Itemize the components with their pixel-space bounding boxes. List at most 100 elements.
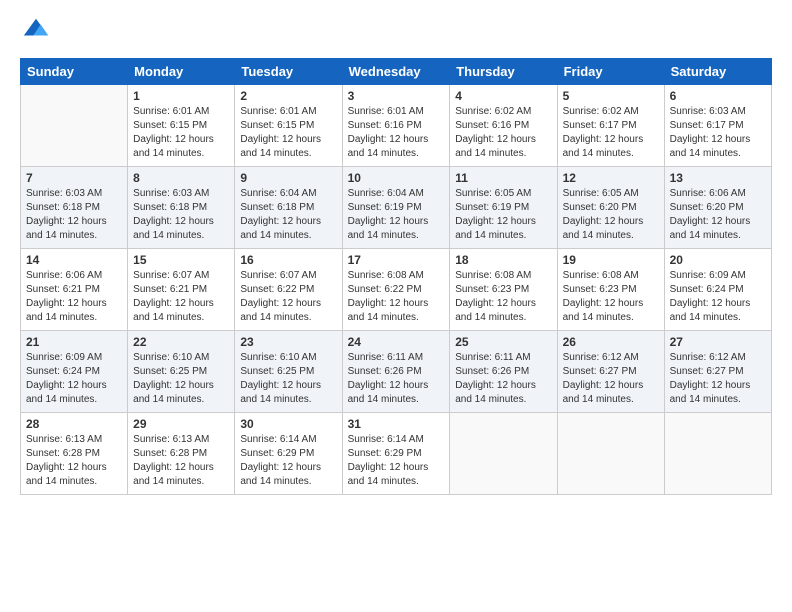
day-info: Sunrise: 6:06 AMSunset: 6:21 PMDaylight:…: [26, 269, 122, 325]
day-info: Sunrise: 6:03 AMSunset: 6:18 PMDaylight:…: [133, 187, 229, 243]
calendar-day-cell: [450, 413, 557, 495]
day-number: 2: [240, 89, 336, 103]
day-info: Sunrise: 6:14 AMSunset: 6:29 PMDaylight:…: [348, 433, 445, 489]
day-number: 1: [133, 89, 229, 103]
day-number: 9: [240, 171, 336, 185]
calendar-day-cell: 29 Sunrise: 6:13 AMSunset: 6:28 PMDayligh…: [128, 413, 235, 495]
calendar-day-cell: 31 Sunrise: 6:14 AMSunset: 6:29 PMDayligh…: [342, 413, 450, 495]
day-number: 7: [26, 171, 122, 185]
day-info: Sunrise: 6:03 AMSunset: 6:18 PMDaylight:…: [26, 187, 122, 243]
calendar-week-row: 7 Sunrise: 6:03 AMSunset: 6:18 PMDaylight…: [21, 167, 772, 249]
day-number: 14: [26, 253, 122, 267]
day-info: Sunrise: 6:05 AMSunset: 6:19 PMDaylight:…: [455, 187, 551, 243]
calendar-week-row: 21 Sunrise: 6:09 AMSunset: 6:24 PMDayligh…: [21, 331, 772, 413]
calendar-day-cell: 25 Sunrise: 6:11 AMSunset: 6:26 PMDayligh…: [450, 331, 557, 413]
calendar-day-cell: 3Sunrise: 6:01 AMSunset: 6:16 PMDaylight…: [342, 85, 450, 167]
day-info: Sunrise: 6:04 AMSunset: 6:19 PMDaylight:…: [348, 187, 445, 243]
day-info: Sunrise: 6:01 AMSunset: 6:15 PMDaylight:…: [133, 105, 229, 161]
calendar-day-cell: 20Sunrise: 6:09 AMSunset: 6:24 PMDayligh…: [664, 249, 771, 331]
calendar-day-cell: 12Sunrise: 6:05 AMSunset: 6:20 PMDayligh…: [557, 167, 664, 249]
calendar-day-cell: 18 Sunrise: 6:08 AMSunset: 6:23 PMDayligh…: [450, 249, 557, 331]
calendar-day-cell: 13 Sunrise: 6:06 AMSunset: 6:20 PMDayligh…: [664, 167, 771, 249]
day-number: 22: [133, 335, 229, 349]
weekday-header: Sunday: [21, 59, 128, 85]
calendar-header-row: SundayMondayTuesdayWednesdayThursdayFrid…: [21, 59, 772, 85]
calendar-day-cell: 28 Sunrise: 6:13 AMSunset: 6:28 PMDayligh…: [21, 413, 128, 495]
page: SundayMondayTuesdayWednesdayThursdayFrid…: [0, 0, 792, 612]
day-number: 6: [670, 89, 766, 103]
day-number: 12: [563, 171, 659, 185]
day-number: 21: [26, 335, 122, 349]
calendar-day-cell: 9 Sunrise: 6:04 AMSunset: 6:18 PMDaylight…: [235, 167, 342, 249]
weekday-header: Friday: [557, 59, 664, 85]
day-number: 29: [133, 417, 229, 431]
calendar-day-cell: 23Sunrise: 6:10 AMSunset: 6:25 PMDayligh…: [235, 331, 342, 413]
calendar-day-cell: 15 Sunrise: 6:07 AMSunset: 6:21 PMDayligh…: [128, 249, 235, 331]
day-number: 10: [348, 171, 445, 185]
calendar-day-cell: 2 Sunrise: 6:01 AMSunset: 6:15 PMDaylight…: [235, 85, 342, 167]
calendar-day-cell: 19Sunrise: 6:08 AMSunset: 6:23 PMDayligh…: [557, 249, 664, 331]
day-number: 17: [348, 253, 445, 267]
day-info: Sunrise: 6:01 AMSunset: 6:15 PMDaylight:…: [240, 105, 336, 161]
day-number: 15: [133, 253, 229, 267]
weekday-header: Monday: [128, 59, 235, 85]
day-info: Sunrise: 6:06 AMSunset: 6:20 PMDaylight:…: [670, 187, 766, 243]
calendar-day-cell: [664, 413, 771, 495]
day-number: 24: [348, 335, 445, 349]
day-info: Sunrise: 6:10 AMSunset: 6:25 PMDaylight:…: [240, 351, 336, 407]
day-info: Sunrise: 6:01 AMSunset: 6:16 PMDaylight:…: [348, 105, 445, 161]
calendar-day-cell: [21, 85, 128, 167]
day-info: Sunrise: 6:03 AMSunset: 6:17 PMDaylight:…: [670, 105, 766, 161]
header: [20, 15, 772, 48]
day-number: 20: [670, 253, 766, 267]
day-info: Sunrise: 6:11 AMSunset: 6:26 PMDaylight:…: [455, 351, 551, 407]
calendar-day-cell: 27Sunrise: 6:12 AMSunset: 6:27 PMDayligh…: [664, 331, 771, 413]
day-number: 4: [455, 89, 551, 103]
day-info: Sunrise: 6:14 AMSunset: 6:29 PMDaylight:…: [240, 433, 336, 489]
day-number: 8: [133, 171, 229, 185]
day-info: Sunrise: 6:02 AMSunset: 6:17 PMDaylight:…: [563, 105, 659, 161]
day-info: Sunrise: 6:02 AMSunset: 6:16 PMDaylight:…: [455, 105, 551, 161]
calendar-day-cell: 22 Sunrise: 6:10 AMSunset: 6:25 PMDayligh…: [128, 331, 235, 413]
calendar-day-cell: 4 Sunrise: 6:02 AMSunset: 6:16 PMDaylight…: [450, 85, 557, 167]
day-number: 28: [26, 417, 122, 431]
day-info: Sunrise: 6:13 AMSunset: 6:28 PMDaylight:…: [26, 433, 122, 489]
day-info: Sunrise: 6:12 AMSunset: 6:27 PMDaylight:…: [563, 351, 659, 407]
day-info: Sunrise: 6:07 AMSunset: 6:21 PMDaylight:…: [133, 269, 229, 325]
calendar-day-cell: 14 Sunrise: 6:06 AMSunset: 6:21 PMDayligh…: [21, 249, 128, 331]
day-number: 11: [455, 171, 551, 185]
day-info: Sunrise: 6:07 AMSunset: 6:22 PMDaylight:…: [240, 269, 336, 325]
logo: [20, 15, 50, 48]
calendar-table: SundayMondayTuesdayWednesdayThursdayFrid…: [20, 58, 772, 495]
day-info: Sunrise: 6:13 AMSunset: 6:28 PMDaylight:…: [133, 433, 229, 489]
calendar-day-cell: 11 Sunrise: 6:05 AMSunset: 6:19 PMDayligh…: [450, 167, 557, 249]
day-number: 16: [240, 253, 336, 267]
day-info: Sunrise: 6:09 AMSunset: 6:24 PMDaylight:…: [26, 351, 122, 407]
day-number: 30: [240, 417, 336, 431]
day-info: Sunrise: 6:10 AMSunset: 6:25 PMDaylight:…: [133, 351, 229, 407]
day-info: Sunrise: 6:04 AMSunset: 6:18 PMDaylight:…: [240, 187, 336, 243]
logo-icon: [22, 15, 50, 43]
day-number: 31: [348, 417, 445, 431]
calendar-day-cell: 21 Sunrise: 6:09 AMSunset: 6:24 PMDayligh…: [21, 331, 128, 413]
day-number: 25: [455, 335, 551, 349]
weekday-header: Tuesday: [235, 59, 342, 85]
calendar-day-cell: 17 Sunrise: 6:08 AMSunset: 6:22 PMDayligh…: [342, 249, 450, 331]
day-number: 19: [563, 253, 659, 267]
calendar-day-cell: 16 Sunrise: 6:07 AMSunset: 6:22 PMDayligh…: [235, 249, 342, 331]
day-number: 5: [563, 89, 659, 103]
calendar-day-cell: 10 Sunrise: 6:04 AMSunset: 6:19 PMDayligh…: [342, 167, 450, 249]
day-info: Sunrise: 6:11 AMSunset: 6:26 PMDaylight:…: [348, 351, 445, 407]
day-info: Sunrise: 6:08 AMSunset: 6:22 PMDaylight:…: [348, 269, 445, 325]
day-number: 18: [455, 253, 551, 267]
day-number: 13: [670, 171, 766, 185]
day-info: Sunrise: 6:08 AMSunset: 6:23 PMDaylight:…: [455, 269, 551, 325]
weekday-header: Saturday: [664, 59, 771, 85]
calendar-day-cell: 8 Sunrise: 6:03 AMSunset: 6:18 PMDaylight…: [128, 167, 235, 249]
calendar-day-cell: 1 Sunrise: 6:01 AMSunset: 6:15 PMDaylight…: [128, 85, 235, 167]
day-info: Sunrise: 6:12 AMSunset: 6:27 PMDaylight:…: [670, 351, 766, 407]
calendar-day-cell: 26 Sunrise: 6:12 AMSunset: 6:27 PMDayligh…: [557, 331, 664, 413]
day-number: 26: [563, 335, 659, 349]
calendar-day-cell: 30 Sunrise: 6:14 AMSunset: 6:29 PMDayligh…: [235, 413, 342, 495]
calendar-week-row: 28 Sunrise: 6:13 AMSunset: 6:28 PMDayligh…: [21, 413, 772, 495]
